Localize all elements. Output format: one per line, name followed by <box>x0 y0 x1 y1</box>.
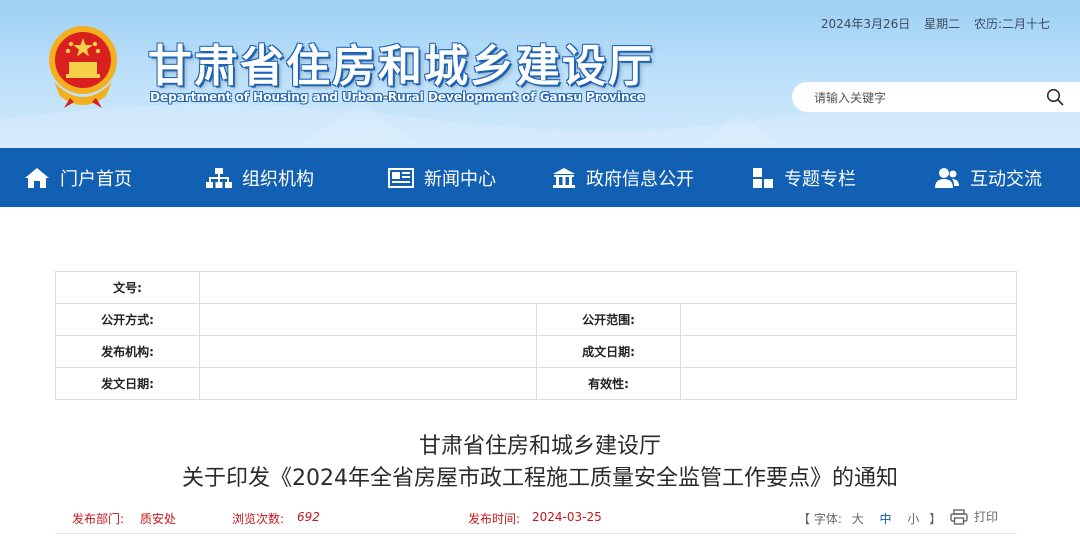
printer-icon <box>950 508 968 525</box>
main-navigation: 门户首页 组织机构 新闻中心 政府信息公开 专题专栏 互动交流 <box>0 148 1080 207</box>
font-size-small-button[interactable]: 小 <box>907 512 919 526</box>
open-method-label: 公开方式: <box>55 303 200 336</box>
site-title-english: Department of Housing and Urban-Rural De… <box>150 90 645 104</box>
newspaper-icon <box>388 167 414 188</box>
nav-item-special-topics[interactable]: 专题专栏 <box>752 148 856 207</box>
font-size-label: 【 字体: <box>798 512 842 526</box>
views-count: 692 <box>297 510 320 524</box>
document-metadata-table: 文号: 公开方式: 公开范围: 发布机构: 成文日期: 发文日期: 有效性: <box>55 271 1017 400</box>
publish-time-value: 2024-03-25 <box>532 510 602 524</box>
article-info-bar: 发布部门: 质安处 浏览次数: 692 发布时间: 2024-03-25 【 字… <box>0 508 1080 530</box>
grid-tiles-icon <box>753 166 774 188</box>
divider <box>55 533 1017 534</box>
home-icon <box>25 167 49 188</box>
current-weekday: 星期二 <box>924 17 961 31</box>
nav-label: 互动交流 <box>970 168 1042 190</box>
font-size-bracket-close: 】 <box>929 512 942 526</box>
lunar-date: 农历:二月十七 <box>973 17 1050 31</box>
dept-label: 发布部门: <box>72 512 125 526</box>
publish-time-label: 发布时间: <box>468 512 521 526</box>
nav-label: 政府信息公开 <box>586 168 694 190</box>
print-button[interactable]: 打印 <box>950 508 998 525</box>
views-label: 浏览次数: <box>232 512 285 526</box>
current-date: 2024年3月26日 <box>820 17 911 31</box>
open-scope-value <box>680 303 1017 336</box>
font-size-medium-button[interactable]: 中 <box>880 512 892 526</box>
search-box <box>792 82 1080 112</box>
table-row: 文号: <box>55 271 1017 304</box>
nav-label: 专题专栏 <box>784 168 856 190</box>
table-row: 公开方式: 公开范围: <box>55 303 1017 336</box>
dept-value: 质安处 <box>140 512 177 526</box>
nav-item-organization[interactable]: 组织机构 <box>206 148 314 207</box>
date-bar: 2024年3月26日 星期二 农历:二月十七 <box>811 15 1050 32</box>
search-icon[interactable] <box>1046 88 1064 106</box>
nav-item-home[interactable]: 门户首页 <box>24 148 132 207</box>
search-input[interactable] <box>812 88 1036 108</box>
government-building-icon <box>553 167 575 188</box>
print-label: 打印 <box>974 510 999 524</box>
article-title-line2: 关于印发《2024年全省房屋市政工程施工质量安全监管工作要点》的通知 <box>182 466 898 491</box>
org-chart-icon <box>206 167 232 188</box>
site-title: 甘肃省住房和城乡建设厅 <box>148 41 654 92</box>
doc-number-label: 文号: <box>55 271 200 304</box>
nav-label: 新闻中心 <box>424 168 496 190</box>
font-size-large-button[interactable]: 大 <box>852 512 864 526</box>
users-icon <box>935 167 959 188</box>
font-size-control: 【 字体: 大 中 小 】 <box>798 510 941 527</box>
table-row: 发布机构: 成文日期: <box>55 335 1017 368</box>
created-date-value <box>680 335 1017 368</box>
created-date-label: 成文日期: <box>536 335 681 368</box>
doc-number-value <box>199 271 1017 304</box>
table-row: 发文日期: 有效性: <box>55 367 1017 400</box>
nav-label: 组织机构 <box>242 168 314 190</box>
article-title-line1: 甘肃省住房和城乡建设厅 <box>418 434 661 459</box>
open-scope-label: 公开范围: <box>536 303 681 336</box>
national-emblem-icon <box>49 26 117 108</box>
validity-value <box>680 367 1017 400</box>
publisher-label: 发布机构: <box>55 335 200 368</box>
nav-item-news[interactable]: 新闻中心 <box>388 148 496 207</box>
site-header: 甘肃省住房和城乡建设厅 Department of Housing and Ur… <box>0 0 1080 148</box>
validity-label: 有效性: <box>536 367 681 400</box>
open-method-value <box>199 303 537 336</box>
nav-item-interaction[interactable]: 互动交流 <box>934 148 1042 207</box>
publisher-value <box>199 335 537 368</box>
issue-date-label: 发文日期: <box>55 367 200 400</box>
nav-item-gov-info[interactable]: 政府信息公开 <box>552 148 694 207</box>
nav-label: 门户首页 <box>60 168 132 190</box>
issue-date-value <box>199 367 537 400</box>
